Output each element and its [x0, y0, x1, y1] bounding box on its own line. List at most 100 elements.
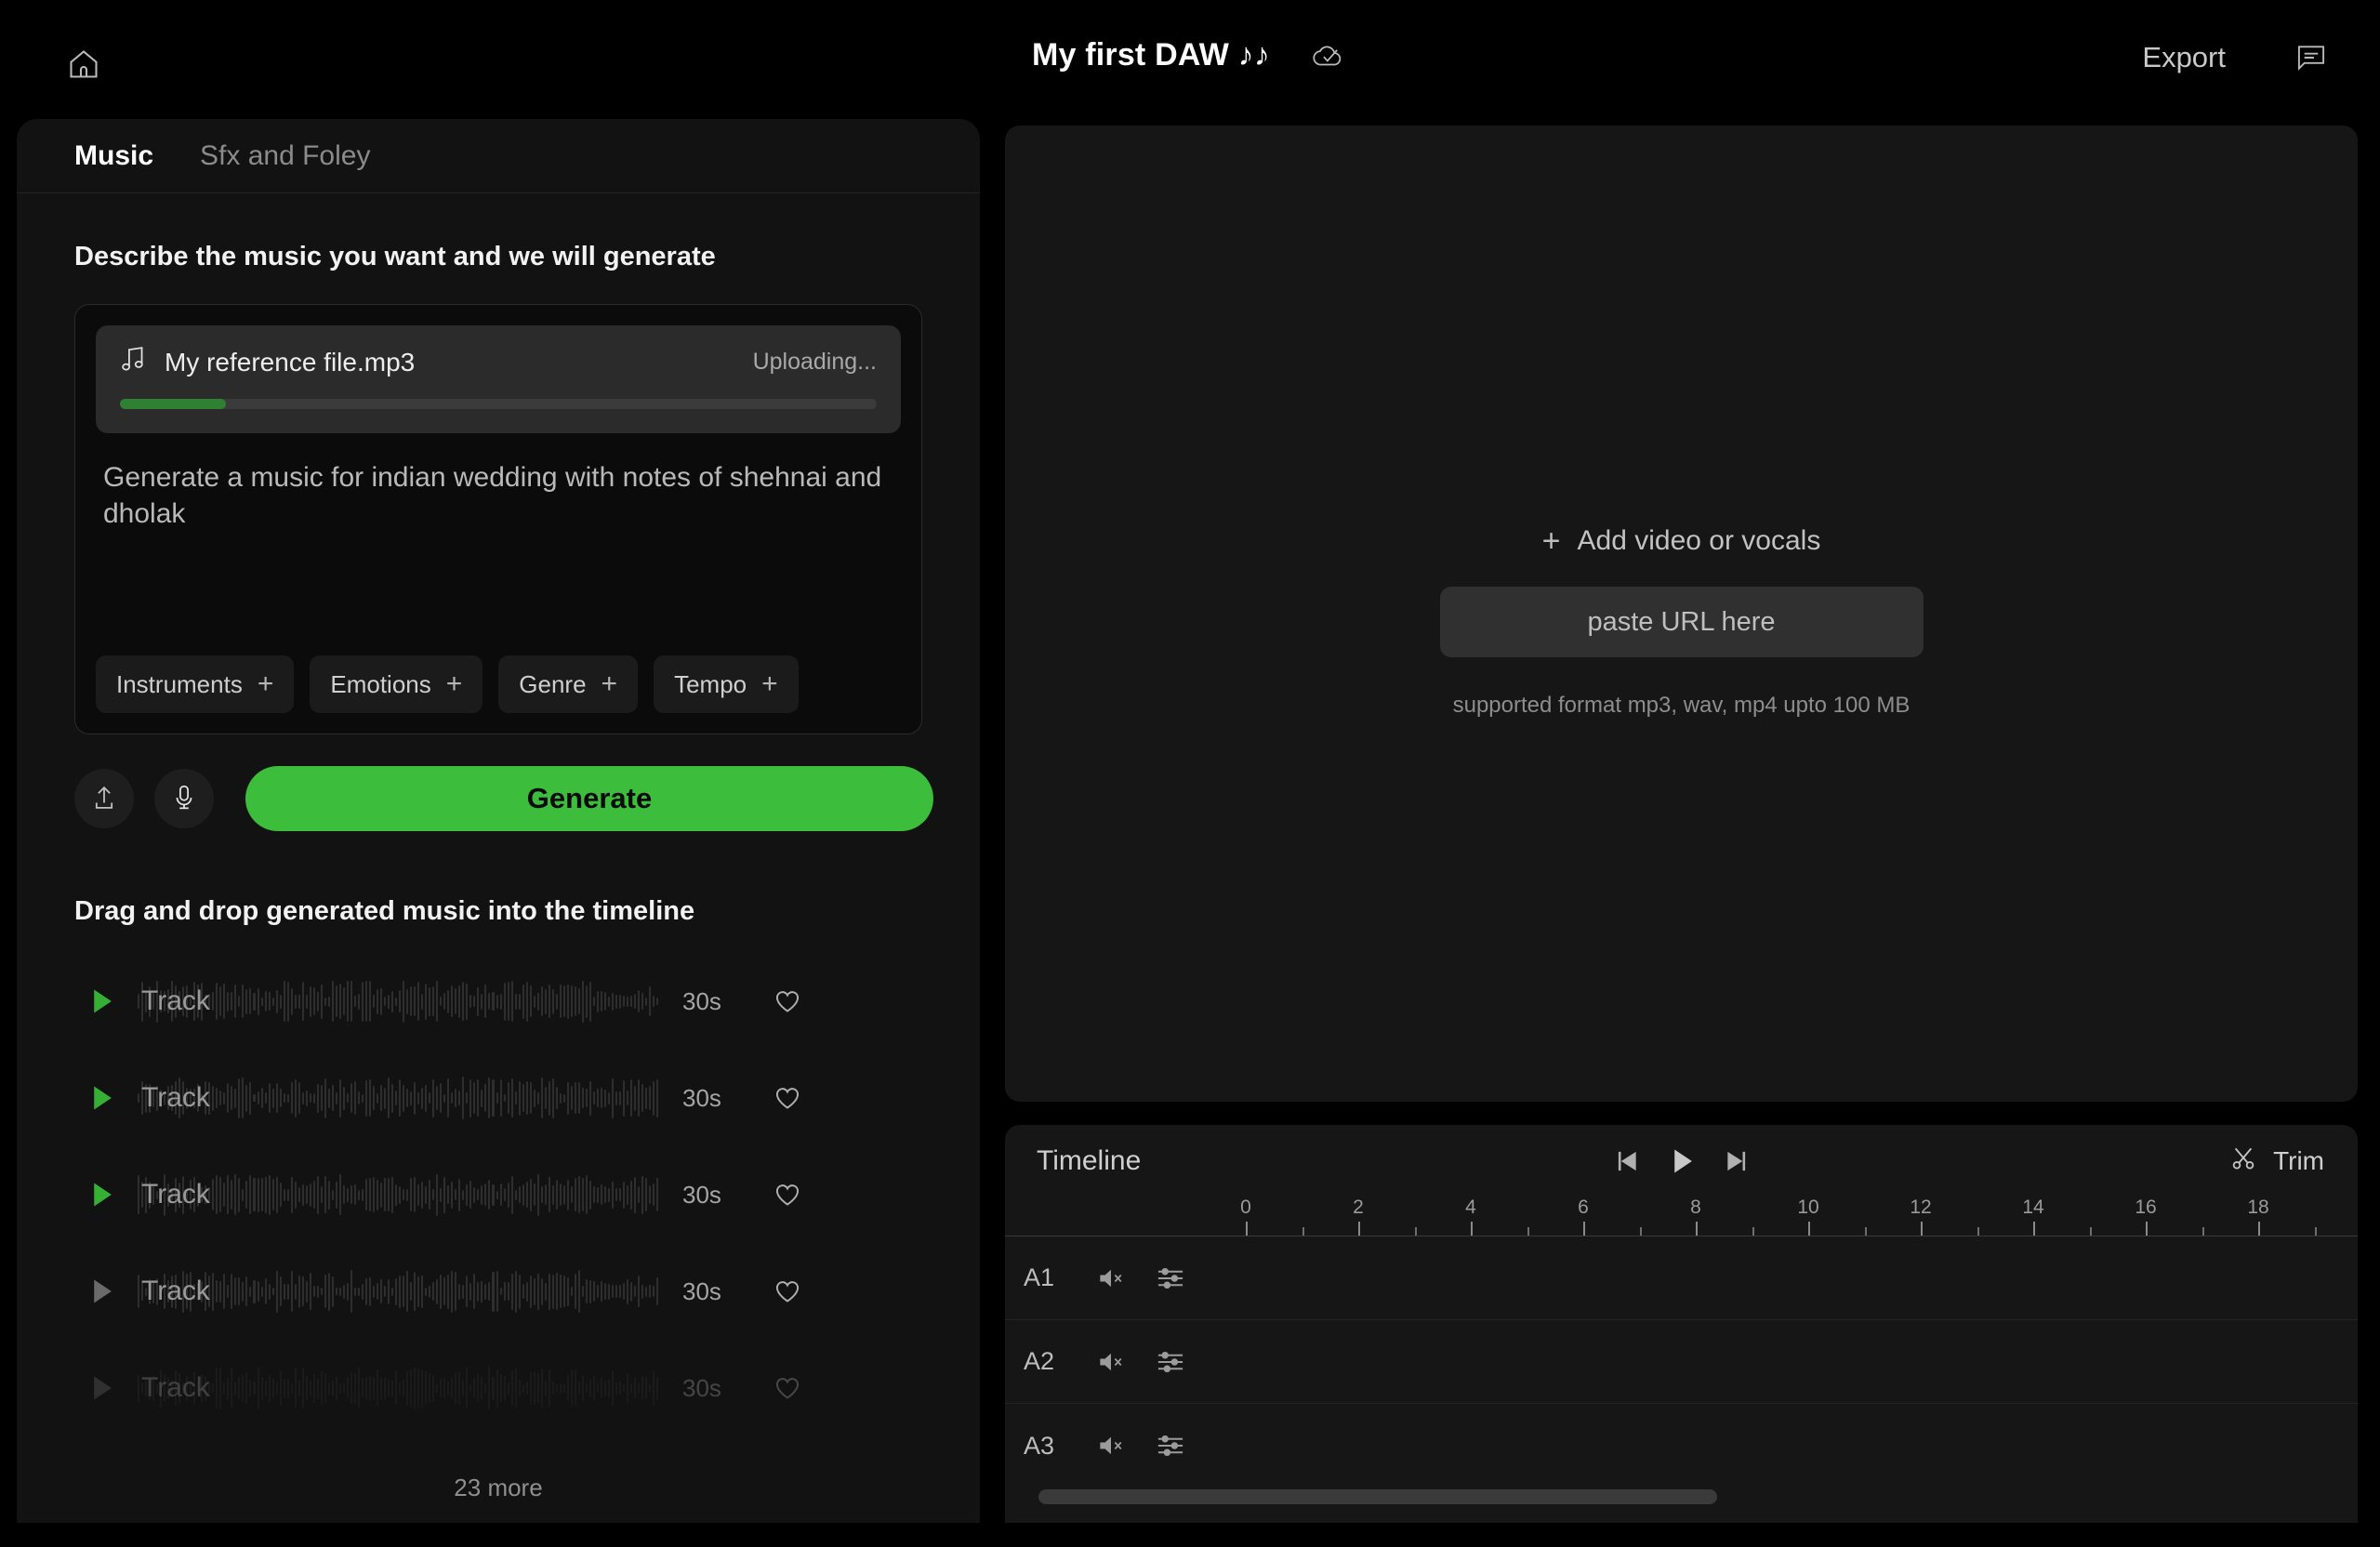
- play-icon[interactable]: [89, 988, 121, 1014]
- sliders-icon[interactable]: [1156, 1264, 1185, 1292]
- paste-url-input[interactable]: [1439, 587, 1924, 657]
- chip-emotions[interactable]: Emotions +: [310, 655, 483, 713]
- add-video-or-vocals-button[interactable]: + Add video or vocals: [1542, 525, 1821, 557]
- waveform-bars: [138, 1076, 659, 1120]
- daw-app: My first DAW ♪♪ Export Music Sfx and Fol…: [0, 0, 2380, 1547]
- tab-music[interactable]: Music: [74, 140, 153, 172]
- ruler-tick-minor: [2089, 1227, 2092, 1236]
- favorite-icon[interactable]: [774, 1085, 801, 1111]
- speaker-mute-icon[interactable]: [1096, 1265, 1126, 1291]
- ruler-tick-major: [2258, 1222, 2260, 1236]
- timeline-scrollbar[interactable]: [1005, 1489, 2358, 1506]
- waveform-bars: [138, 979, 659, 1024]
- favorite-icon[interactable]: [774, 988, 801, 1014]
- add-media-label: Add video or vocals: [1577, 525, 1821, 556]
- chip-label: Emotions: [330, 669, 431, 698]
- chip-genre[interactable]: Genre +: [498, 655, 639, 713]
- ruler-tick-minor: [1752, 1227, 1754, 1236]
- sliders-icon[interactable]: [1156, 1432, 1185, 1460]
- plus-icon: +: [445, 668, 463, 699]
- ruler-tick-label: 12: [1910, 1197, 1932, 1218]
- microphone-button[interactable]: [154, 769, 214, 828]
- ruler-tick-label: 18: [2247, 1197, 2269, 1218]
- play-icon[interactable]: [89, 1278, 121, 1304]
- panel-tabs: Music Sfx and Foley: [17, 119, 980, 193]
- timeline-ruler[interactable]: 0 2 4 6 8 10 12 14 16 18: [1005, 1197, 2358, 1236]
- play-icon[interactable]: [89, 1375, 121, 1401]
- export-button[interactable]: Export: [2136, 37, 2231, 78]
- track-duration: 30s: [682, 1083, 721, 1112]
- track-row[interactable]: Track 30s: [17, 1243, 980, 1340]
- scissors-icon: [2230, 1145, 2256, 1178]
- chip-label: Tempo: [674, 669, 747, 698]
- timeline-scrollbar-thumb[interactable]: [1038, 1489, 1717, 1504]
- tab-sfx-and-foley[interactable]: Sfx and Foley: [200, 140, 370, 172]
- ruler-tick-major: [2146, 1222, 2148, 1236]
- ruler-tick-major: [1358, 1222, 1360, 1236]
- upload-status: Uploading...: [752, 349, 877, 375]
- ruler-tick-minor: [2314, 1227, 2317, 1236]
- ruler-tick-label: 16: [2135, 1197, 2157, 1218]
- track-row[interactable]: Track 30s: [17, 1146, 980, 1243]
- track-row[interactable]: Track 30s: [17, 1050, 980, 1146]
- timeline-track-label: A2: [1024, 1347, 1055, 1375]
- ruler-tick-minor: [2202, 1227, 2204, 1236]
- prompt-input[interactable]: [103, 459, 893, 627]
- prompt-card: My reference file.mp3 Uploading... Instr…: [74, 304, 922, 734]
- ruler-tick-major: [2033, 1222, 2035, 1236]
- ruler-tick-minor: [1527, 1227, 1529, 1236]
- waveform-bars: [138, 1172, 659, 1217]
- sliders-icon[interactable]: [1156, 1348, 1185, 1376]
- ruler-tick-major: [1921, 1222, 1923, 1236]
- generate-actions: Generate: [17, 734, 980, 831]
- chip-label: Instruments: [116, 669, 243, 698]
- upload-progress-fill: [120, 399, 226, 409]
- waveform-bars: [138, 1269, 659, 1314]
- track-label: Track: [141, 1372, 210, 1403]
- track-row[interactable]: Track 30s: [17, 1340, 980, 1436]
- skip-back-icon[interactable]: [1614, 1149, 1642, 1173]
- upload-button[interactable]: [74, 769, 134, 828]
- favorite-icon[interactable]: [774, 1182, 801, 1208]
- comment-icon[interactable]: [2294, 43, 2328, 73]
- tracks-heading: Drag and drop generated music into the t…: [74, 896, 695, 926]
- play-icon[interactable]: [89, 1085, 121, 1111]
- upload-file-header: My reference file.mp3 Uploading...: [120, 346, 877, 378]
- generate-button[interactable]: Generate: [245, 766, 933, 831]
- ruler-tick-label: 0: [1240, 1197, 1251, 1218]
- microphone-icon: [172, 784, 196, 814]
- chip-instruments[interactable]: Instruments +: [96, 655, 295, 713]
- add-media-group: + Add video or vocals supported format m…: [1005, 525, 2358, 719]
- favorite-icon[interactable]: [774, 1375, 801, 1401]
- show-more-tracks[interactable]: 23 more: [17, 1474, 980, 1523]
- track-waveform: Track: [138, 1076, 659, 1120]
- timeline-track-row[interactable]: A3: [1005, 1404, 2358, 1488]
- timeline-track-label: A1: [1024, 1263, 1055, 1291]
- ruler-tick-label: 8: [1690, 1197, 1701, 1218]
- top-bar: My first DAW ♪♪ Export: [0, 0, 2380, 119]
- timeline-track-row[interactable]: A1: [1005, 1236, 2358, 1320]
- music-note-icon: [120, 346, 146, 378]
- ruler-tick-minor: [1864, 1227, 1867, 1236]
- track-waveform: Track: [138, 1366, 659, 1410]
- skip-forward-icon[interactable]: [1722, 1149, 1750, 1173]
- play-icon[interactable]: [1670, 1148, 1694, 1174]
- timeline-track-rows: A1 A2 A3: [1005, 1236, 2358, 1488]
- cloud-check-icon[interactable]: [1311, 42, 1348, 70]
- trim-button[interactable]: Trim: [2230, 1145, 2324, 1178]
- track-label: Track: [141, 1179, 210, 1210]
- timeline-title: Timeline: [1037, 1145, 1142, 1176]
- chip-tempo[interactable]: Tempo +: [654, 655, 799, 713]
- plus-icon: +: [257, 668, 274, 699]
- track-row[interactable]: Track 30s: [17, 953, 980, 1050]
- generated-track-list: Track 30s Track 30s Track 30s Track 30s Track 30s: [17, 953, 980, 1436]
- timeline-track-row[interactable]: A2: [1005, 1320, 2358, 1404]
- ruler-tick-major: [1583, 1222, 1585, 1236]
- favorite-icon[interactable]: [774, 1278, 801, 1304]
- timeline-track-label: A3: [1024, 1431, 1055, 1460]
- ruler-tick-minor: [1977, 1227, 1979, 1236]
- track-duration: 30s: [682, 986, 721, 1015]
- play-icon[interactable]: [89, 1182, 121, 1208]
- speaker-mute-icon[interactable]: [1096, 1349, 1126, 1375]
- speaker-mute-icon[interactable]: [1096, 1433, 1126, 1459]
